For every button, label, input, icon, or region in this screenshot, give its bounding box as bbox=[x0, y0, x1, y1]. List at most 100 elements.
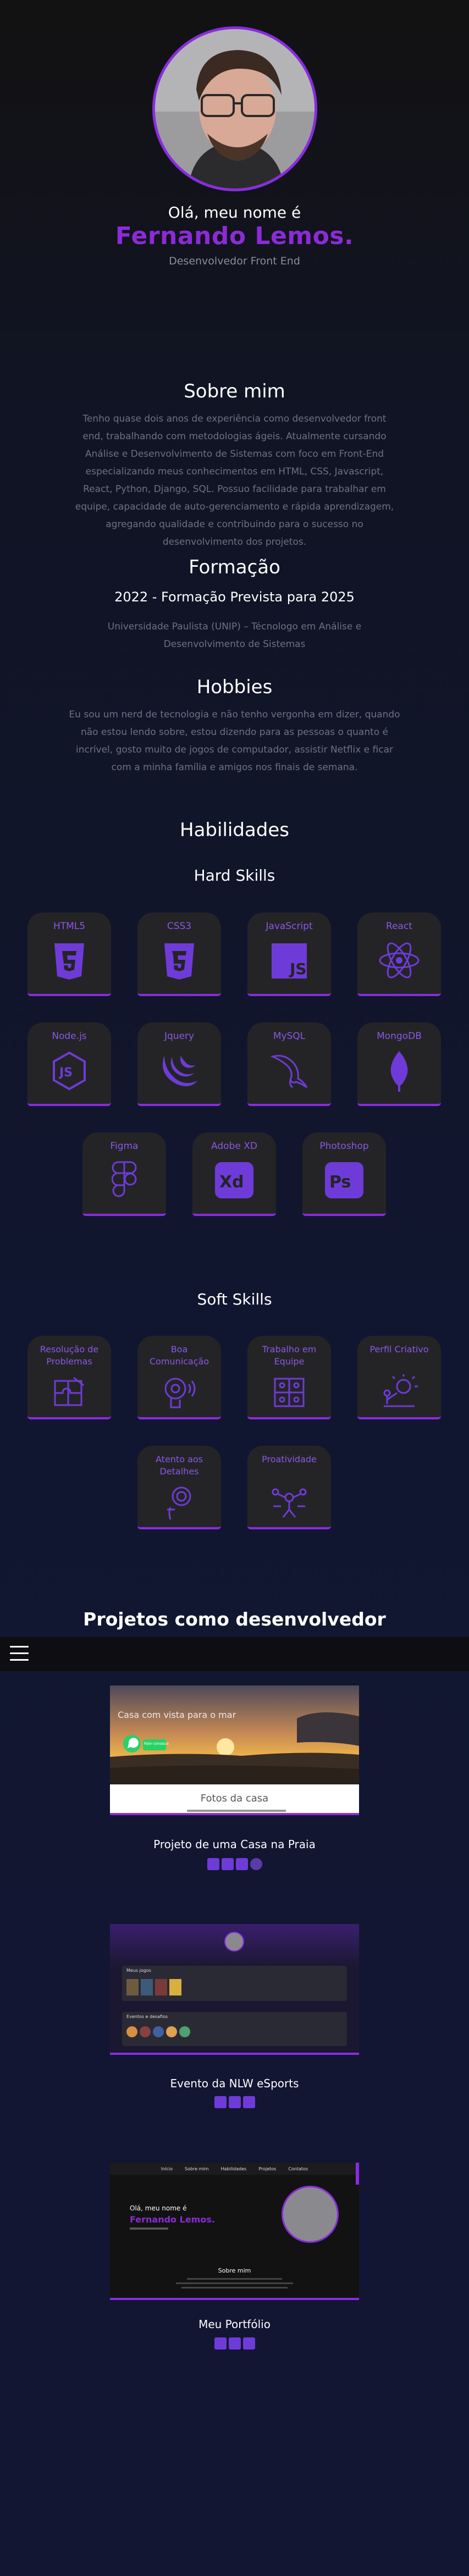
skill-card-jquery[interactable]: Jquery bbox=[137, 1022, 221, 1106]
projects-title: Projetos como desenvolvedor bbox=[83, 1608, 386, 1630]
soft-skill-card-attention-to-detail[interactable]: Atento aos Detalhes bbox=[137, 1446, 221, 1529]
skill-card-react[interactable]: React bbox=[357, 913, 441, 996]
adobe-xd-icon: Xd bbox=[215, 1162, 253, 1198]
svg-text:JS: JS bbox=[289, 960, 307, 978]
react-badge-icon bbox=[250, 1858, 262, 1870]
jquery-icon bbox=[162, 1055, 197, 1086]
mini-nav-item: Sobre mim bbox=[185, 2166, 209, 2171]
html5-badge-icon bbox=[214, 2096, 227, 2108]
skill-label: Resolução de Problemas bbox=[40, 1344, 99, 1367]
skill-label: JavaScript bbox=[266, 921, 313, 932]
javascript-icon: JS bbox=[272, 943, 307, 979]
skill-card-nodejs[interactable]: Node.js JS bbox=[27, 1022, 111, 1106]
skill-label: Proatividade bbox=[262, 1454, 317, 1464]
skill-label: Atento aos Detalhes bbox=[156, 1454, 203, 1477]
skill-card-javascript[interactable]: JavaScript JS bbox=[247, 913, 331, 996]
mini-nav-item: Habilidades bbox=[220, 2166, 247, 2171]
photoshop-icon: Ps bbox=[325, 1162, 363, 1198]
skill-card-photoshop[interactable]: Photoshop Ps bbox=[302, 1132, 386, 1216]
css3-badge-icon bbox=[221, 1858, 234, 1870]
project-beach-photo: Casa com vista para o mar Fale conosco bbox=[110, 1685, 359, 1784]
people-network-icon bbox=[272, 1488, 307, 1518]
mini-greeting: Olá, meu nome é bbox=[130, 2204, 187, 2212]
mini-avatar bbox=[282, 2186, 339, 2243]
mini-nav-item: Projetos bbox=[258, 2166, 277, 2171]
skill-card-mongodb[interactable]: MongoDB bbox=[357, 1022, 441, 1106]
skill-label: React bbox=[386, 921, 412, 932]
skill-label: Adobe XD bbox=[211, 1141, 257, 1152]
react-icon bbox=[379, 942, 420, 979]
soft-skill-card-teamwork[interactable]: Trabalho em Equipe bbox=[247, 1336, 331, 1419]
mini-text-line bbox=[176, 2282, 293, 2284]
profile-avatar bbox=[152, 26, 317, 191]
mini-text-line bbox=[187, 2278, 282, 2280]
skill-card-figma[interactable]: Figma bbox=[82, 1132, 166, 1216]
education-institution: Universidade Paulista (UNIP) – Técnologo… bbox=[107, 621, 362, 650]
html5-badge-icon bbox=[207, 1858, 219, 1870]
hamburger-menu-icon[interactable] bbox=[10, 1646, 29, 1661]
project-hero-text: Casa com vista para o mar bbox=[118, 1710, 236, 1720]
hard-skills-title: Hard Skills bbox=[194, 866, 275, 885]
nlw-games-title: Meus jogos bbox=[126, 1968, 151, 1973]
education-period: 2022 - Formação Prevista para 2025 bbox=[114, 589, 355, 605]
skill-label: Photoshop bbox=[319, 1141, 369, 1152]
project-tech-badges bbox=[0, 2096, 469, 2108]
skill-label: Node.js bbox=[52, 1031, 87, 1042]
mini-scroll-indicator bbox=[356, 2163, 359, 2185]
education-title: Formação bbox=[189, 556, 280, 578]
project-thumbnail-nlw-esports[interactable]: Meus jogos Eventos e desafios bbox=[110, 1924, 359, 2055]
lightbulb-person-icon bbox=[383, 1374, 418, 1407]
project-name: Meu Portfólio bbox=[198, 2318, 271, 2331]
speaking-head-icon bbox=[164, 1378, 196, 1408]
skill-label: Figma bbox=[110, 1141, 139, 1152]
nlw-event-icons bbox=[126, 2026, 190, 2037]
nlw-games-panel: Meus jogos bbox=[122, 1966, 347, 2001]
whatsapp-label: Fale conosco bbox=[144, 1742, 169, 1746]
hero-name: Fernando Lemos. bbox=[115, 222, 354, 250]
mongodb-leaf-icon bbox=[390, 1051, 408, 1092]
css3-badge-icon bbox=[228, 2096, 241, 2108]
top-navbar bbox=[0, 1637, 469, 1671]
skill-card-css3[interactable]: CSS3 bbox=[137, 913, 221, 996]
project-tech-badges bbox=[0, 1858, 469, 1870]
project-thumbnail-beach-house[interactable]: Casa com vista para o mar Fale conosco F… bbox=[110, 1685, 359, 1821]
soft-skill-card-proactivity[interactable]: Proatividade bbox=[247, 1446, 331, 1529]
css3-icon bbox=[164, 943, 194, 980]
skill-label: CSS3 bbox=[167, 921, 192, 932]
skill-card-mysql[interactable]: MySQL bbox=[247, 1022, 331, 1106]
portfolio-mini-nav: Início Sobre mim Habilidades Projetos Co… bbox=[110, 2163, 359, 2175]
skill-label: MongoDB bbox=[377, 1031, 422, 1042]
skill-label: HTML5 bbox=[53, 921, 86, 932]
javascript-badge-icon bbox=[235, 1858, 248, 1870]
soft-skill-card-problem-solving[interactable]: Resolução de Problemas bbox=[27, 1336, 111, 1419]
about-text: Tenho quase dois anos de experiência com… bbox=[75, 413, 394, 548]
nlw-avatar bbox=[224, 1932, 244, 1952]
soft-skill-card-creative[interactable]: Perfil Criativo bbox=[357, 1336, 441, 1419]
mini-name: Fernando Lemos. bbox=[130, 2214, 215, 2225]
soft-skills-title: Soft Skills bbox=[197, 1290, 272, 1308]
mini-nav-item: Contatos bbox=[288, 2166, 308, 2171]
portfolio-page: { "hero": { "greeting": "Olá, meu nome é… bbox=[0, 0, 469, 2576]
html5-badge-icon bbox=[214, 2337, 227, 2350]
javascript-badge-icon bbox=[242, 2337, 255, 2350]
hobbies-title: Hobbies bbox=[196, 676, 273, 698]
svg-text:Xd: Xd bbox=[219, 1173, 244, 1192]
figma-icon bbox=[112, 1161, 137, 1197]
project-thumbnail-portfolio[interactable]: Início Sobre mim Habilidades Projetos Co… bbox=[110, 2163, 359, 2300]
mysql-dolphin-icon bbox=[270, 1055, 308, 1088]
mini-about-title: Sobre mim bbox=[218, 2267, 251, 2274]
skill-card-adobe-xd[interactable]: Adobe XD Xd bbox=[192, 1132, 276, 1216]
target-person-icon bbox=[167, 1486, 191, 1520]
soft-skill-card-communication[interactable]: Boa Comunicação bbox=[137, 1336, 221, 1419]
skill-label: Jquery bbox=[164, 1031, 195, 1042]
hobbies-text: Eu sou um nerd de tecnologia e não tenho… bbox=[69, 709, 400, 773]
css3-badge-icon bbox=[228, 2337, 241, 2350]
mini-nav-item: Início bbox=[161, 2166, 173, 2171]
nlw-games-thumbs bbox=[126, 1979, 181, 1995]
project-tech-badges bbox=[0, 2337, 469, 2350]
hero-greeting: Olá, meu nome é bbox=[168, 203, 301, 222]
skill-card-html5[interactable]: HTML5 bbox=[27, 913, 111, 996]
nlw-events-panel: Eventos e desafios bbox=[122, 2012, 347, 2046]
mini-text-line bbox=[181, 2287, 288, 2288]
nodejs-icon: JS bbox=[53, 1051, 86, 1091]
